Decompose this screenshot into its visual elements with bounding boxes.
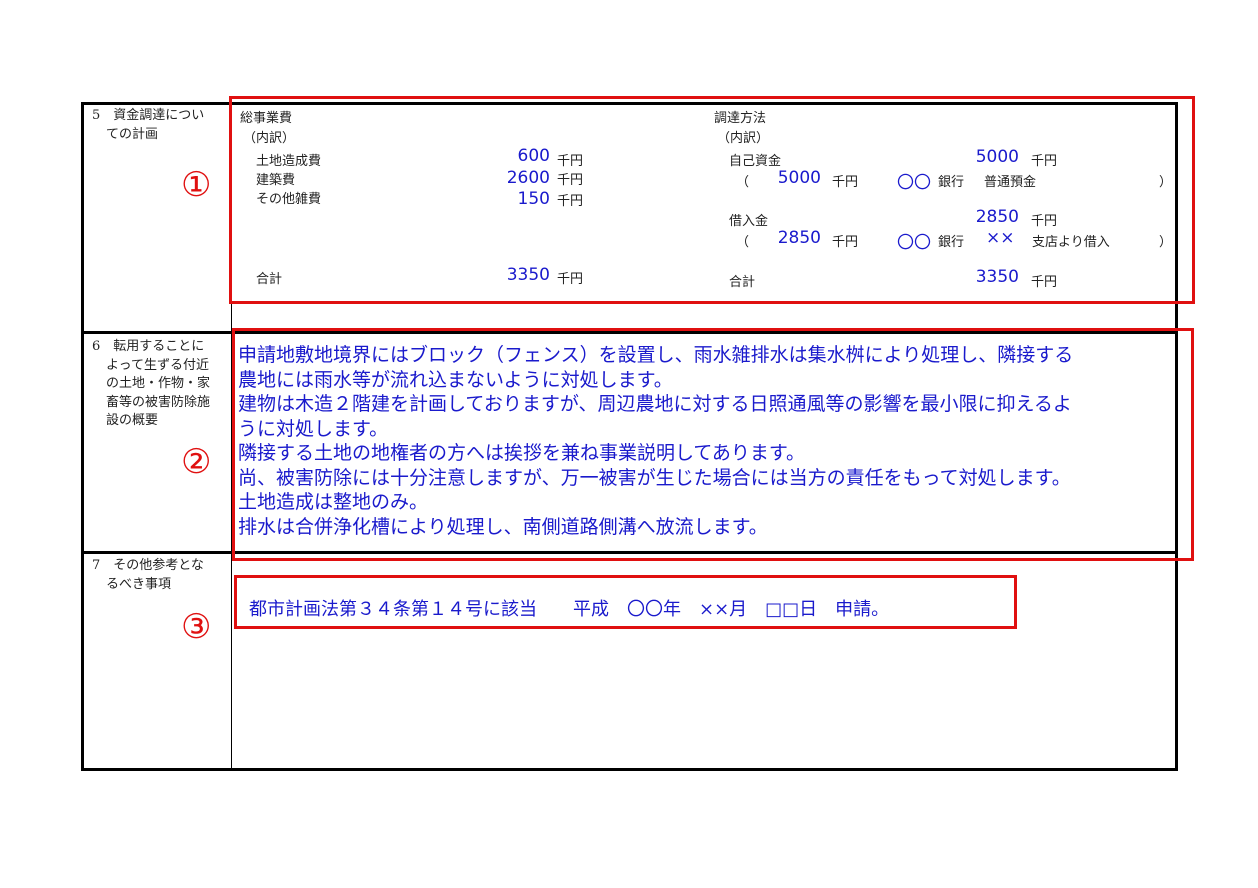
annotation-box-2 (232, 328, 1194, 561)
section5-label-line: ての計画 (106, 126, 159, 142)
section6-label-line: よって生ずる付近 (106, 357, 209, 373)
section7-label-line: 7 その他参考とな (92, 558, 204, 573)
section6-label-line: 設の概要 (106, 413, 159, 428)
section6-label: 6 転用することに よって生ずる付近 の土地・作物・家 畜等の被害防除施 設の概… (92, 338, 210, 431)
annotation-box-1 (229, 96, 1195, 304)
section6-label-line: 6 転用することに (92, 339, 205, 354)
section6-label-line: 畜等の被害防除施 (106, 394, 211, 410)
marker-3-icon: ③ (181, 607, 212, 647)
section5-label-line: 5 資金調達につい (92, 108, 205, 123)
section7-label-line: るべき事項 (106, 576, 172, 592)
marker-2-icon: ② (181, 442, 212, 482)
annotation-box-3 (234, 575, 1017, 629)
section7-label: 7 その他参考とな るべき事項 (92, 557, 204, 594)
section5-label: 5 資金調達につい ての計画 (92, 107, 204, 144)
marker-1-icon: ① (181, 165, 212, 205)
section6-label-line: の土地・作物・家 (106, 376, 211, 391)
